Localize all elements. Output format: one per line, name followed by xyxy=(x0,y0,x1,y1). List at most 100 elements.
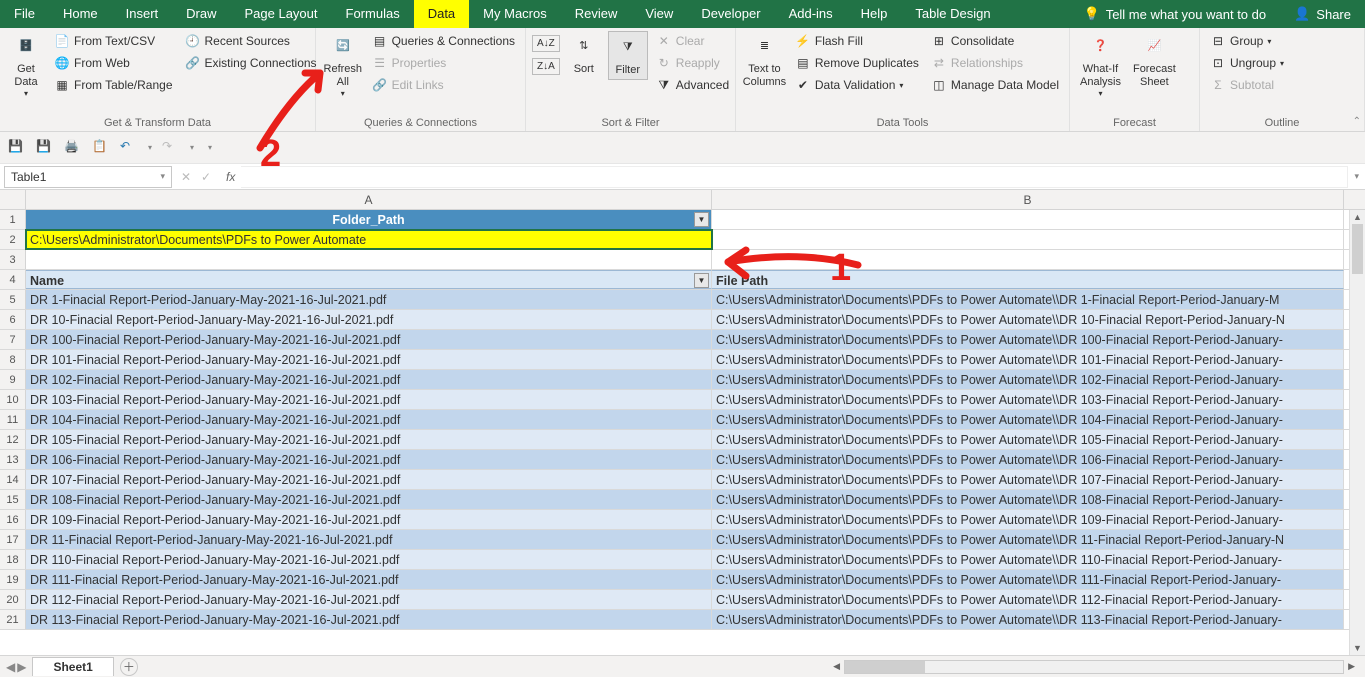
save-icon[interactable]: 💾 xyxy=(8,139,26,157)
scroll-left-icon[interactable]: ◀ xyxy=(829,661,844,672)
cell[interactable] xyxy=(712,230,1344,249)
menu-tab-review[interactable]: Review xyxy=(561,0,632,28)
cell-filepath[interactable]: C:\Users\Administrator\Documents\PDFs to… xyxy=(712,570,1344,589)
row-header[interactable]: 8 xyxy=(0,350,26,369)
column-header-A[interactable]: A xyxy=(26,190,712,209)
cell-filepath[interactable]: C:\Users\Administrator\Documents\PDFs to… xyxy=(712,490,1344,509)
forecast-sheet-button[interactable]: 📈 Forecast Sheet xyxy=(1129,31,1180,91)
undo-icon[interactable]: ↶ xyxy=(120,139,138,157)
cell-filepath[interactable]: C:\Users\Administrator\Documents\PDFs to… xyxy=(712,330,1344,349)
scroll-right-icon[interactable]: ▶ xyxy=(1344,661,1359,672)
menu-tab-formulas[interactable]: Formulas xyxy=(332,0,414,28)
clear-button[interactable]: ✕Clear xyxy=(652,31,733,51)
row-header[interactable]: 14 xyxy=(0,470,26,489)
edit-links-button[interactable]: 🔗Edit Links xyxy=(368,75,519,95)
header-folder-path[interactable]: Folder_Path▼ xyxy=(26,210,712,229)
print-icon[interactable]: 🖨️ xyxy=(64,139,82,157)
cell-name[interactable]: DR 111-Finacial Report-Period-January-Ma… xyxy=(26,570,712,589)
cell-filepath[interactable]: C:\Users\Administrator\Documents\PDFs to… xyxy=(712,410,1344,429)
cell[interactable] xyxy=(26,250,712,269)
menu-tab-table-design[interactable]: Table Design xyxy=(901,0,1004,28)
cell-filepath[interactable]: C:\Users\Administrator\Documents\PDFs to… xyxy=(712,310,1344,329)
from-web-button[interactable]: 🌐From Web xyxy=(50,53,177,73)
row-header[interactable]: 13 xyxy=(0,450,26,469)
from-table-range-button[interactable]: ▦From Table/Range xyxy=(50,75,177,95)
scroll-thumb[interactable] xyxy=(1352,224,1363,274)
manage-data-model-button[interactable]: ◫Manage Data Model xyxy=(927,75,1063,95)
cell-name[interactable]: DR 106-Finacial Report-Period-January-Ma… xyxy=(26,450,712,469)
cell-name[interactable]: DR 108-Finacial Report-Period-January-Ma… xyxy=(26,490,712,509)
sheet-tab[interactable]: Sheet1 xyxy=(32,657,113,676)
row-header[interactable]: 17 xyxy=(0,530,26,549)
redo-icon[interactable]: ↷ xyxy=(162,139,180,157)
select-all-corner[interactable] xyxy=(0,190,26,209)
filter-button[interactable]: ⧩ Filter xyxy=(608,31,648,80)
row-header[interactable]: 7 xyxy=(0,330,26,349)
spreadsheet-grid[interactable]: A B 1Folder_Path▼2 C:\Users\Administrator… xyxy=(0,190,1365,655)
row-header[interactable]: 10 xyxy=(0,390,26,409)
name-box[interactable]: Table1 ▾ xyxy=(4,166,172,188)
menu-tab-my-macros[interactable]: My Macros xyxy=(469,0,561,28)
what-if-analysis-button[interactable]: ❓ What-If Analysis ▾ xyxy=(1076,31,1125,101)
vertical-scrollbar[interactable]: ▲ ▼ xyxy=(1349,210,1365,655)
menu-tab-view[interactable]: View xyxy=(631,0,687,28)
cell-filepath[interactable]: C:\Users\Administrator\Documents\PDFs to… xyxy=(712,350,1344,369)
cell-filepath[interactable]: C:\Users\Administrator\Documents\PDFs to… xyxy=(712,390,1344,409)
row-header[interactable]: 11 xyxy=(0,410,26,429)
add-sheet-button[interactable]: ＋ xyxy=(120,658,138,676)
filter-dropdown-icon[interactable]: ▼ xyxy=(694,212,709,227)
cell-name[interactable]: DR 103-Finacial Report-Period-January-Ma… xyxy=(26,390,712,409)
cell-filepath[interactable]: C:\Users\Administrator\Documents\PDFs to… xyxy=(712,450,1344,469)
group-button[interactable]: ⊟Group ▾ xyxy=(1206,31,1288,51)
table-header-name[interactable]: Name▼ xyxy=(26,270,712,289)
row-header[interactable]: 1 xyxy=(0,210,26,229)
text-to-columns-button[interactable]: ≣ Text to Columns xyxy=(742,31,787,91)
cell-name[interactable]: DR 1-Finacial Report-Period-January-May-… xyxy=(26,290,712,309)
row-header[interactable]: 2 xyxy=(0,230,26,249)
sort-za-icon[interactable]: Z↓A xyxy=(532,58,560,75)
cell-filepath[interactable]: C:\Users\Administrator\Documents\PDFs to… xyxy=(712,610,1344,629)
scroll-thumb[interactable] xyxy=(845,661,925,673)
cell-name[interactable]: DR 105-Finacial Report-Period-January-Ma… xyxy=(26,430,712,449)
row-header[interactable]: 16 xyxy=(0,510,26,529)
cell[interactable] xyxy=(712,250,1344,269)
horizontal-scrollbar[interactable] xyxy=(844,660,1344,674)
relationships-button[interactable]: ⇄Relationships xyxy=(927,53,1063,73)
advanced-button[interactable]: ⧩Advanced xyxy=(652,75,733,95)
data-validation-button[interactable]: ✔Data Validation ▾ xyxy=(791,75,923,95)
scroll-down-icon[interactable]: ▼ xyxy=(1350,641,1365,655)
row-header[interactable]: 9 xyxy=(0,370,26,389)
enter-formula-icon[interactable]: ✓ xyxy=(201,170,211,184)
paste-icon[interactable]: 📋 xyxy=(92,139,110,157)
chevron-down-icon[interactable]: ▾ xyxy=(190,143,194,152)
share-button[interactable]: 👤 Share xyxy=(1280,6,1365,22)
row-header[interactable]: 4 xyxy=(0,270,26,289)
refresh-all-button[interactable]: 🔄 Refresh All ▾ xyxy=(322,31,364,101)
cell-filepath[interactable]: C:\Users\Administrator\Documents\PDFs to… xyxy=(712,590,1344,609)
prev-sheet-icon[interactable]: ◀ xyxy=(6,660,15,674)
scroll-up-icon[interactable]: ▲ xyxy=(1350,210,1365,224)
tell-me-search[interactable]: 💡 Tell me what you want to do xyxy=(1070,6,1281,22)
cell-filepath[interactable]: C:\Users\Administrator\Documents\PDFs to… xyxy=(712,370,1344,389)
menu-tab-page-layout[interactable]: Page Layout xyxy=(231,0,332,28)
consolidate-button[interactable]: ⊞Consolidate xyxy=(927,31,1063,51)
cell-name[interactable]: DR 10-Finacial Report-Period-January-May… xyxy=(26,310,712,329)
remove-duplicates-button[interactable]: ▤Remove Duplicates xyxy=(791,53,923,73)
row-header[interactable]: 15 xyxy=(0,490,26,509)
row-header[interactable]: 19 xyxy=(0,570,26,589)
cell-filepath[interactable]: C:\Users\Administrator\Documents\PDFs to… xyxy=(712,550,1344,569)
chevron-down-icon[interactable]: ▾ xyxy=(148,143,152,152)
formula-input[interactable] xyxy=(241,166,1348,188)
column-header-B[interactable]: B xyxy=(712,190,1344,209)
next-sheet-icon[interactable]: ▶ xyxy=(17,660,26,674)
menu-tab-home[interactable]: Home xyxy=(49,0,112,28)
row-header[interactable]: 18 xyxy=(0,550,26,569)
cell-filepath[interactable]: C:\Users\Administrator\Documents\PDFs to… xyxy=(712,470,1344,489)
flash-fill-button[interactable]: ⚡Flash Fill xyxy=(791,31,923,51)
existing-connections-button[interactable]: 🔗Existing Connections xyxy=(181,53,321,73)
queries-connections-button[interactable]: ▤Queries & Connections xyxy=(368,31,519,51)
row-header[interactable]: 21 xyxy=(0,610,26,629)
row-header[interactable]: 20 xyxy=(0,590,26,609)
cell-name[interactable]: DR 107-Finacial Report-Period-January-Ma… xyxy=(26,470,712,489)
from-text-csv-button[interactable]: 📄From Text/CSV xyxy=(50,31,177,51)
